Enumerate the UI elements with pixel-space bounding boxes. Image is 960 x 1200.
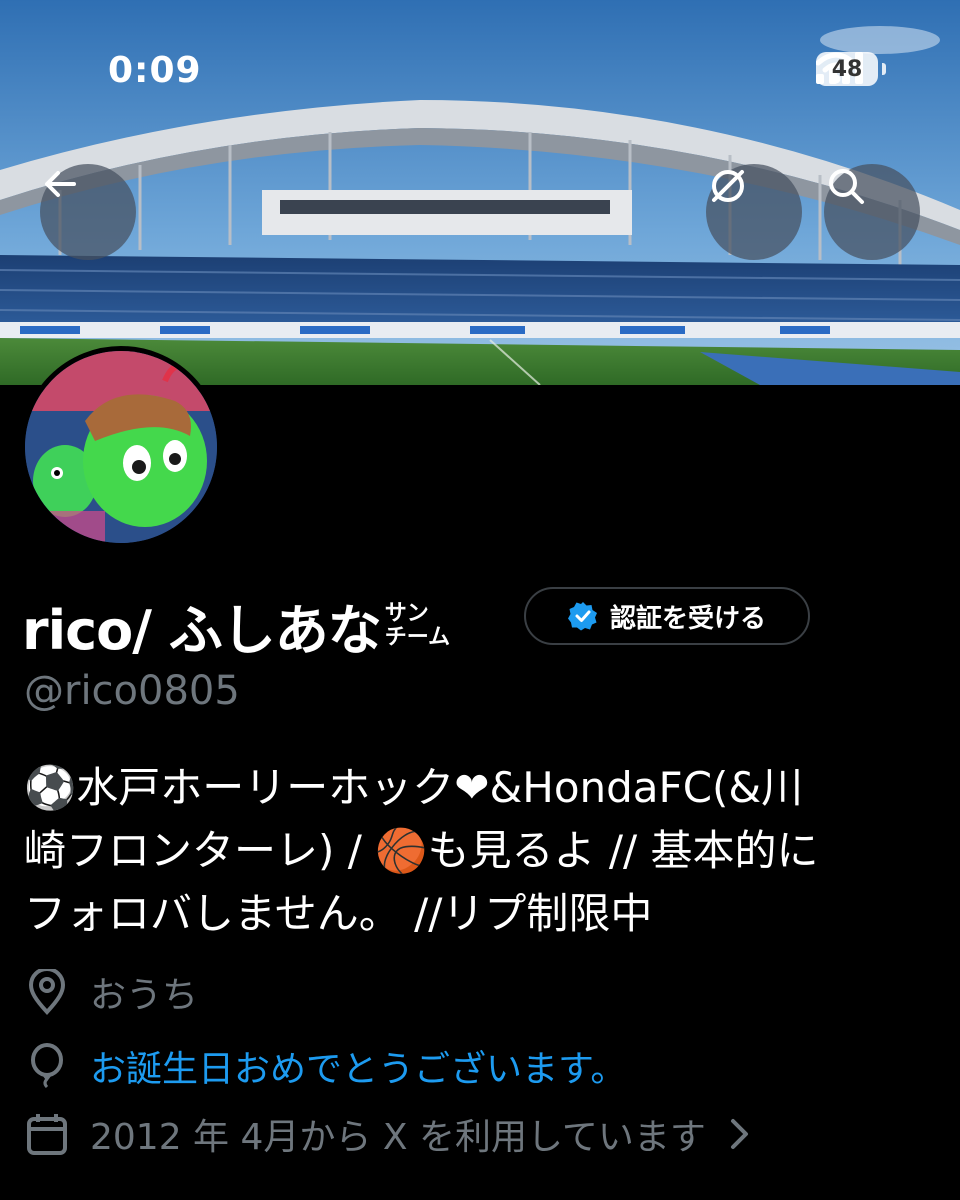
- username-handle: @rico0805: [24, 668, 240, 714]
- balloon-icon: [24, 1043, 70, 1089]
- display-name-row: rico/ ふしあな サン チーム: [22, 586, 450, 665]
- display-name: rico/ ふしあな: [22, 599, 382, 662]
- bio-line: 崎フロンターレ) / 🏀も見るよ // 基本的に: [24, 826, 819, 875]
- status-icons: 48: [816, 52, 886, 86]
- get-verified-label: 認証を受ける: [609, 603, 766, 634]
- join-date-text: 2012 年 4月から X を利用しています: [90, 1117, 706, 1158]
- avatar[interactable]: [20, 346, 222, 548]
- search-icon: [829, 169, 864, 204]
- profile-banner[interactable]: 0:09 48: [0, 0, 960, 385]
- back-arrow-icon: [45, 171, 76, 197]
- join-date-row[interactable]: 2012 年 4月から X を利用しています: [24, 1108, 754, 1160]
- birthday-row: お誕生日おめでとうございます。: [24, 1040, 626, 1092]
- search-button[interactable]: [824, 164, 920, 260]
- profile-bio: ⚽水戸ホーリーホック❤&HondaFC(&川 崎フロンターレ) / 🏀も見るよ …: [24, 756, 924, 945]
- chevron-right-icon: [730, 1119, 748, 1149]
- battery-icon: 48: [816, 52, 886, 86]
- get-verified-button[interactable]: 認証を受ける: [524, 587, 810, 645]
- location-pin-icon: [24, 969, 70, 1015]
- calendar-icon: [24, 1111, 70, 1157]
- hide-button[interactable]: [706, 164, 802, 260]
- display-name-suffix-bottom: チーム: [384, 624, 451, 650]
- display-name-suffix-top: サン: [384, 600, 429, 626]
- display-name-suffix: サン チーム: [384, 600, 451, 650]
- bio-line: フォロバしません。 //リプ制限中: [24, 889, 653, 938]
- location-text: おうち: [90, 975, 199, 1016]
- hide-icon: [712, 170, 744, 202]
- status-time: 0:09: [108, 50, 202, 91]
- location-row: おうち: [24, 966, 198, 1018]
- verified-badge-icon: [567, 602, 597, 631]
- back-button[interactable]: [40, 164, 136, 260]
- birthday-text: お誕生日おめでとうございます。: [90, 1049, 627, 1090]
- mascot-avatar-image: [25, 351, 217, 543]
- bio-line: ⚽水戸ホーリーホック❤&HondaFC(&川: [24, 763, 804, 812]
